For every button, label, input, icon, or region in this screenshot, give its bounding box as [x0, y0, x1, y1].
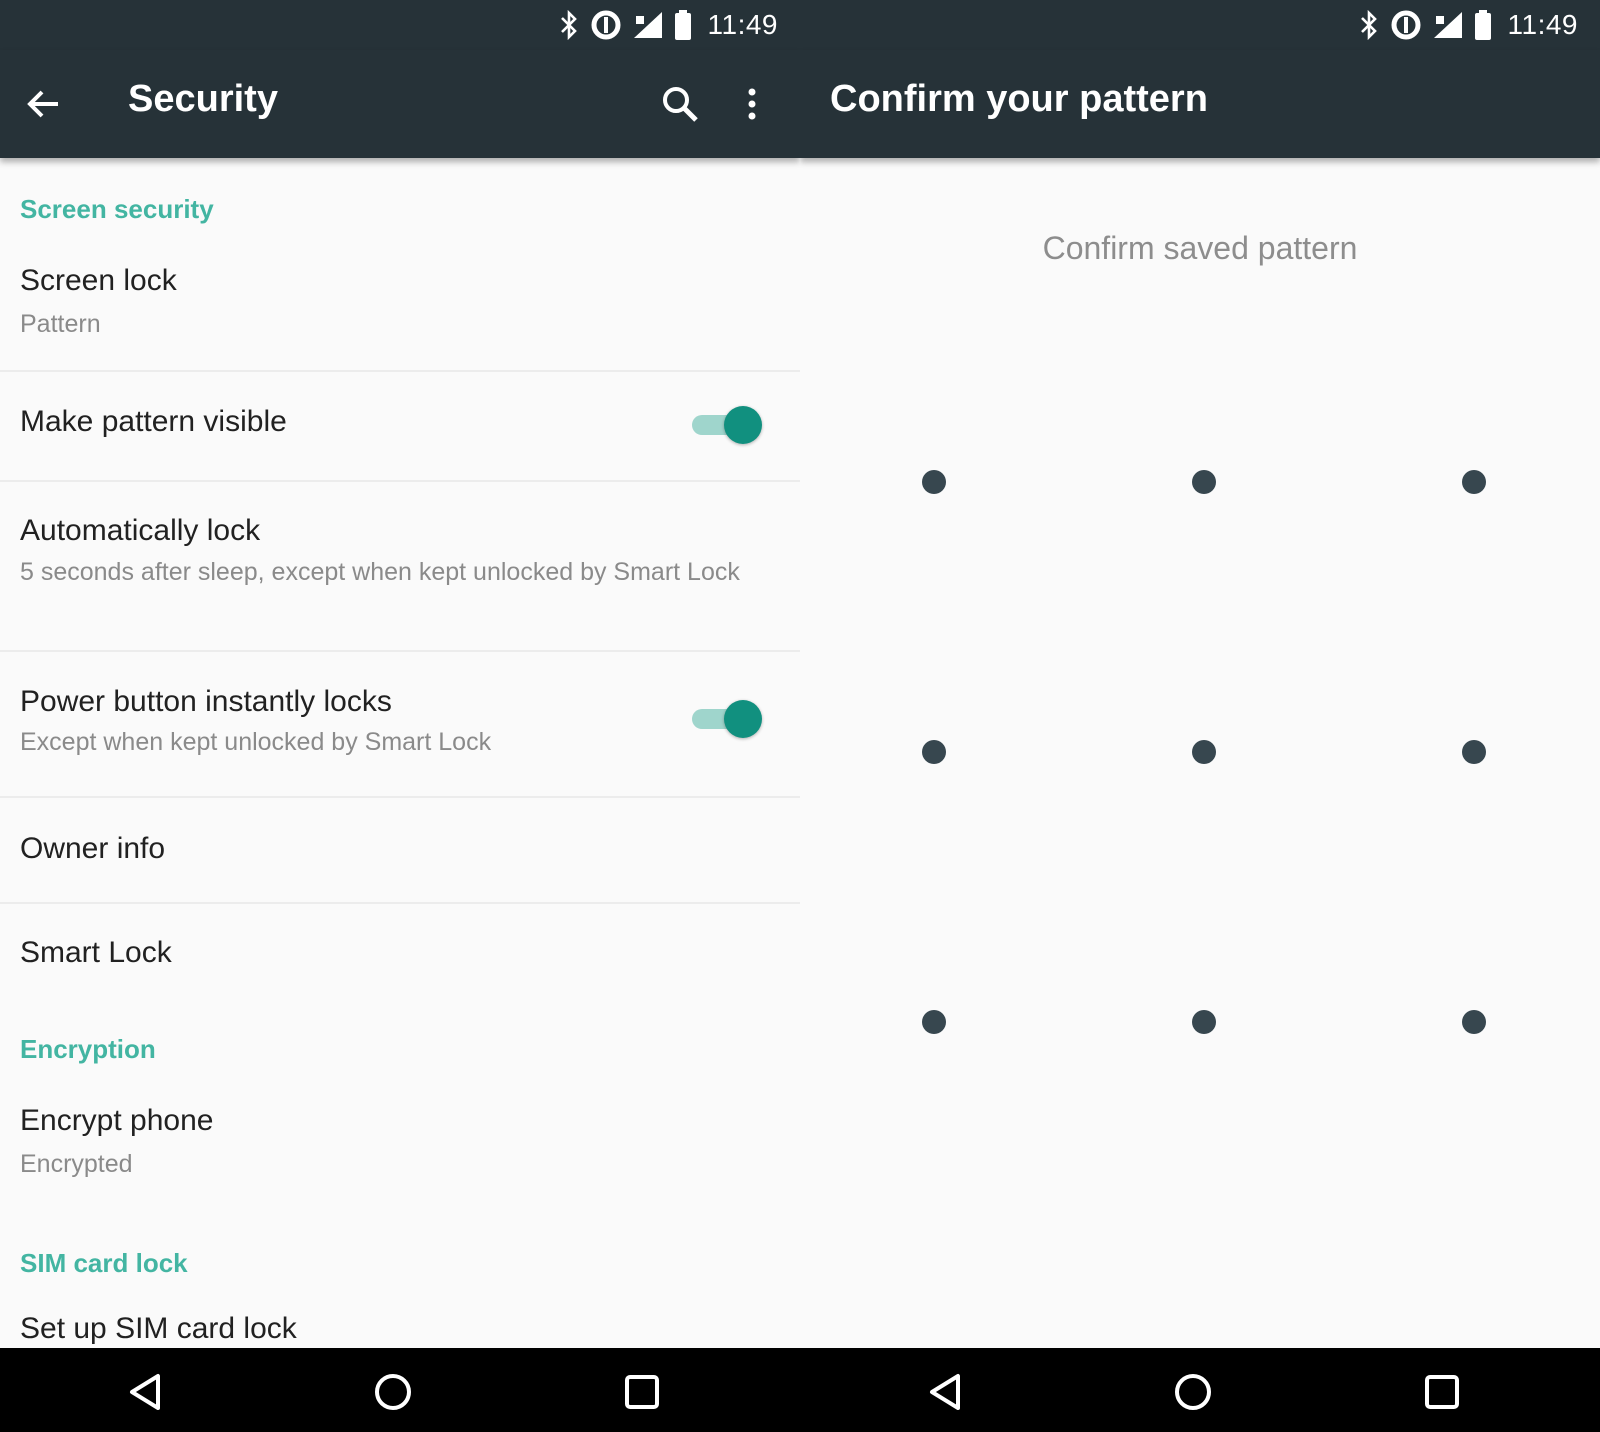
smart-lock-item[interactable]: Smart Lock [0, 904, 800, 1008]
app-bar: Security [0, 50, 800, 158]
status-time: 11:49 [1507, 9, 1578, 40]
power-button-locks-toggle[interactable] [690, 696, 762, 740]
back-nav-icon[interactable] [918, 1364, 974, 1420]
pattern-dot[interactable] [1192, 470, 1216, 494]
toggle-thumb [724, 700, 762, 738]
make-pattern-visible-toggle[interactable] [690, 402, 762, 446]
confirm-pattern-screen: 11:49 Confirm your pattern Confirm saved… [800, 0, 1600, 1432]
app-bar: Confirm your pattern [800, 50, 1600, 158]
home-nav-icon[interactable] [365, 1364, 421, 1420]
pattern-content: Confirm saved pattern [800, 158, 1600, 1348]
encrypt-phone-title: Encrypt phone [20, 1104, 214, 1137]
make-pattern-visible-item[interactable]: Make pattern visible [0, 372, 800, 480]
smart-lock-title: Smart Lock [20, 936, 172, 969]
power-button-locks-subtitle: Except when kept unlocked by Smart Lock [20, 728, 492, 756]
recents-nav-icon[interactable] [614, 1364, 670, 1420]
security-screen: 11:49 Security Screen security Screen lo… [0, 0, 800, 1432]
back-arrow-icon[interactable] [20, 80, 68, 128]
set-up-sim-lock-item[interactable]: Set up SIM card lock [0, 1288, 800, 1348]
bluetooth-icon [1358, 10, 1380, 40]
navigation-bar [0, 1348, 800, 1432]
pattern-dot[interactable] [922, 1010, 946, 1034]
screen-lock-title: Screen lock [20, 264, 177, 297]
page-title: Confirm your pattern [830, 78, 1208, 120]
pattern-dot[interactable] [1192, 1010, 1216, 1034]
automatically-lock-title: Automatically lock [20, 514, 261, 547]
pattern-dot[interactable] [1462, 740, 1486, 764]
status-bar: 11:49 [800, 0, 1600, 50]
toggle-thumb [724, 406, 762, 444]
set-up-sim-lock-title: Set up SIM card lock [20, 1312, 297, 1345]
make-pattern-visible-title: Make pattern visible [20, 405, 287, 438]
battery-icon [1473, 9, 1493, 41]
pattern-dot[interactable] [1462, 470, 1486, 494]
power-button-locks-item[interactable]: Power button instantly locks Except when… [0, 652, 800, 796]
recents-nav-icon[interactable] [1414, 1364, 1470, 1420]
automatically-lock-item[interactable]: Automatically lock 5 seconds after sleep… [0, 482, 800, 650]
page-title: Security [128, 78, 278, 120]
power-button-locks-title: Power button instantly locks [20, 685, 392, 718]
bluetooth-icon [558, 10, 580, 40]
automatically-lock-subtitle: 5 seconds after sleep, except when kept … [20, 558, 740, 586]
owner-info-item[interactable]: Owner info [0, 798, 800, 902]
section-header-encryption: Encryption [20, 1034, 156, 1064]
screen-lock-item[interactable]: Screen lock Pattern [0, 228, 800, 368]
pattern-dot[interactable] [922, 470, 946, 494]
home-nav-icon[interactable] [1165, 1364, 1221, 1420]
owner-info-title: Owner info [20, 832, 166, 865]
pattern-dot[interactable] [1192, 740, 1216, 764]
search-icon[interactable] [656, 80, 704, 128]
status-time: 11:49 [707, 9, 778, 40]
back-nav-icon[interactable] [118, 1364, 174, 1420]
section-header-sim-card-lock: SIM card lock [20, 1248, 188, 1278]
data-saver-icon [1389, 8, 1423, 42]
status-bar: 11:49 [0, 0, 800, 50]
signal-icon [632, 10, 664, 40]
battery-icon [673, 9, 693, 41]
encrypt-phone-item[interactable]: Encrypt phone Encrypted [0, 1068, 800, 1216]
navigation-bar [800, 1348, 1600, 1432]
settings-list: Screen security Screen lock Pattern Make… [0, 158, 800, 1348]
more-options-icon[interactable] [728, 80, 776, 128]
screen-lock-subtitle: Pattern [20, 310, 101, 338]
pattern-dot[interactable] [922, 740, 946, 764]
pattern-dot[interactable] [1462, 1010, 1486, 1034]
encrypt-phone-subtitle: Encrypted [20, 1150, 133, 1178]
section-header-screen-security: Screen security [20, 194, 214, 224]
data-saver-icon [589, 8, 623, 42]
signal-icon [1432, 10, 1464, 40]
pattern-header-text: Confirm saved pattern [1042, 230, 1358, 266]
